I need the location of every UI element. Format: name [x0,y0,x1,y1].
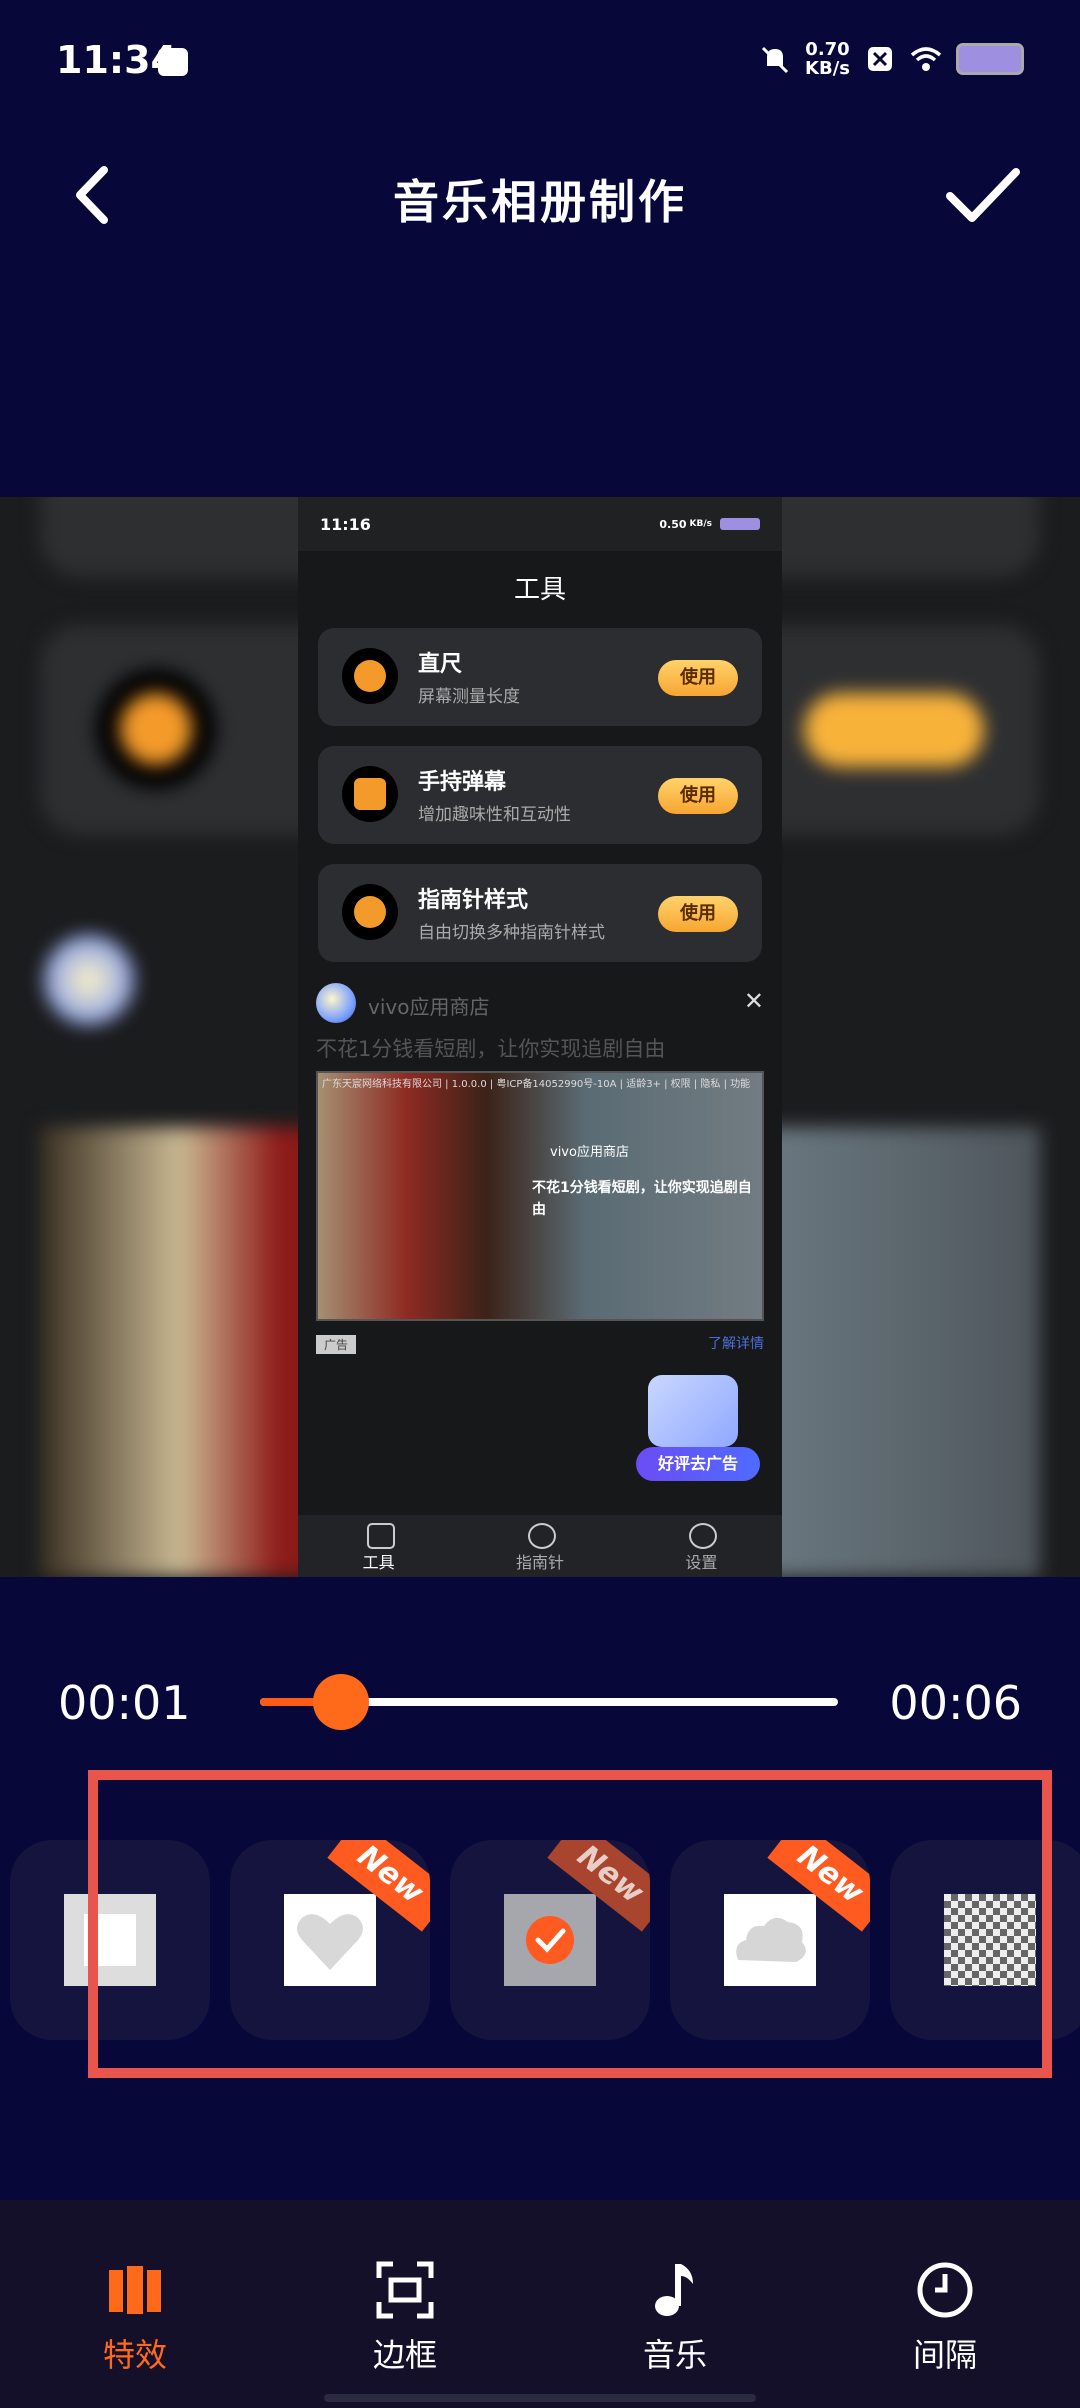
nav-effects[interactable]: 特效 [0,2200,270,2408]
timeline-slider[interactable] [260,1674,838,1730]
inner-status-bar: 11:16 0.50 KB/s [298,497,782,551]
music-icon [655,2264,693,2316]
clock-icon [917,2262,973,2318]
inner-status-speed-unit: KB/s [689,519,712,529]
confirm-button[interactable] [940,160,1024,230]
check-selected-icon [526,1916,574,1964]
nav-label: 音乐 [642,2336,707,2374]
tool-card-danmaku: 手持弹幕 增加趣味性和互动性 使用 [318,746,762,844]
slider-thumb[interactable] [312,1674,369,1730]
tool-name: 手持弹幕 [418,770,507,795]
tool-desc: 增加趣味性和互动性 [418,805,571,825]
home-indicator[interactable] [324,2394,756,2402]
gear-icon [689,1523,718,1549]
status-bar: 11:34 0.70 KB/s [0,0,1080,120]
photo-preview: 11:16 0.50 KB/s 工具 直尺 屏幕测量长度 使用 手持弹幕 增加趣… [0,497,1080,1577]
nav-label: 间隔 [912,2336,977,2374]
nav-label: 边框 [372,2336,437,2374]
tool-use-button: 使用 [658,896,738,932]
tool-name: 指南针样式 [418,888,529,913]
battery-icon [956,43,1024,75]
ad-app-name: vivo应用商店 [368,995,490,1019]
network-speed-unit: KB/s [805,58,850,79]
nav-music[interactable]: 音乐 [540,2200,810,2408]
inner-tab-settings: 设置 [621,1515,782,1577]
compass-icon [527,1523,556,1549]
inner-page-title: 工具 [513,575,566,605]
effect-thumbnail [724,1894,816,1986]
toolbox-icon [366,1523,395,1549]
effects-list[interactable]: New New New [0,1840,1080,2040]
danmaku-icon [342,766,398,822]
ruler-icon [342,648,398,704]
ad-image: 广东天宸网络科技有限公司 | 1.0.0.0 | 粤ICP备14052990号-… [316,1071,764,1321]
effect-thumbnail [64,1894,156,1986]
heart-icon [297,1914,363,1970]
message-icon [158,48,188,76]
effect-item-heart[interactable]: New [230,1840,430,2040]
inner-tab-bar: 工具 指南针 设置 [298,1515,782,1577]
inner-battery-icon [720,518,760,530]
effect-item-mosaic[interactable] [890,1840,1080,2040]
inner-tab-compass: 指南针 [459,1515,620,1577]
tool-card-compass: 指南针样式 自由切换多种指南针样式 使用 [318,864,762,962]
ad-tagline: 不花1分钱看短剧，让你实现追剧自由 [316,1037,666,1061]
ad-block: vivo应用商店 ✕ 不花1分钱看短剧，让你实现追剧自由 广东天宸网络科技有限公… [316,977,764,1367]
effect-item-square[interactable] [10,1840,210,2040]
nav-label: 特效 [102,2336,167,2374]
status-icons: 0.70 KB/s [759,40,1024,78]
rate-remove-ad-button: 好评去广告 [636,1447,760,1481]
app-notification-icon [868,47,892,71]
effect-thumbnail [944,1894,1036,1986]
inner-status-speed: 0.50 [659,517,687,531]
effect-thumbnail [504,1894,596,1986]
close-icon: ✕ [743,987,764,1015]
tool-desc: 屏幕测量长度 [418,687,520,707]
network-speed: 0.70 KB/s [805,40,850,78]
app-store-logo [316,983,356,1023]
network-speed-value: 0.70 [805,39,850,60]
inner-status-time: 11:16 [320,514,371,534]
inner-tab-label: 指南针 [515,1553,564,1572]
inner-tab-tools: 工具 [298,1515,459,1577]
nav-frame[interactable]: 边框 [270,2200,540,2408]
tool-name: 直尺 [418,652,463,677]
ad-inner-app-name: vivo应用商店 [550,1145,629,1160]
inner-tab-label: 设置 [685,1553,718,1572]
frame-icon [376,2261,434,2319]
inner-tab-label: 工具 [362,1553,395,1572]
ad-small-print: 广东天宸网络科技有限公司 | 1.0.0.0 | 粤ICP备14052990号-… [322,1079,751,1090]
current-time: 00:01 [58,1676,191,1730]
tool-use-button: 使用 [658,660,738,696]
wifi-icon [910,47,942,71]
effect-thumbnail [284,1894,376,1986]
tool-desc: 自由切换多种指南针样式 [418,923,605,943]
ad-label: 广告 [316,1335,357,1354]
mute-bell-icon [761,46,789,74]
rate-illustration [648,1375,738,1447]
tool-card-ruler: 直尺 屏幕测量长度 使用 [318,628,762,726]
screenshot-photo: 11:16 0.50 KB/s 工具 直尺 屏幕测量长度 使用 手持弹幕 增加趣… [298,497,782,1577]
ad-learn-more: 了解详情 [708,1336,764,1352]
nav-interval[interactable]: 间隔 [810,2200,1080,2408]
compass-icon [342,884,398,940]
tool-use-button: 使用 [658,778,738,814]
effect-item-selected[interactable]: New [450,1840,650,2040]
ad-inner-text: 不花1分钱看短剧，让你实现追剧自由 [532,1180,752,1218]
title-bar: 音乐相册制作 [0,140,1080,250]
bottom-nav: 特效 边框 音乐 间隔 [0,2200,1080,2408]
cloud-icon [736,1917,806,1962]
effects-icon [109,2266,161,2314]
effect-item-cloud[interactable]: New [670,1840,870,2040]
page-title: 音乐相册制作 [393,175,687,229]
total-time: 00:06 [889,1676,1022,1730]
